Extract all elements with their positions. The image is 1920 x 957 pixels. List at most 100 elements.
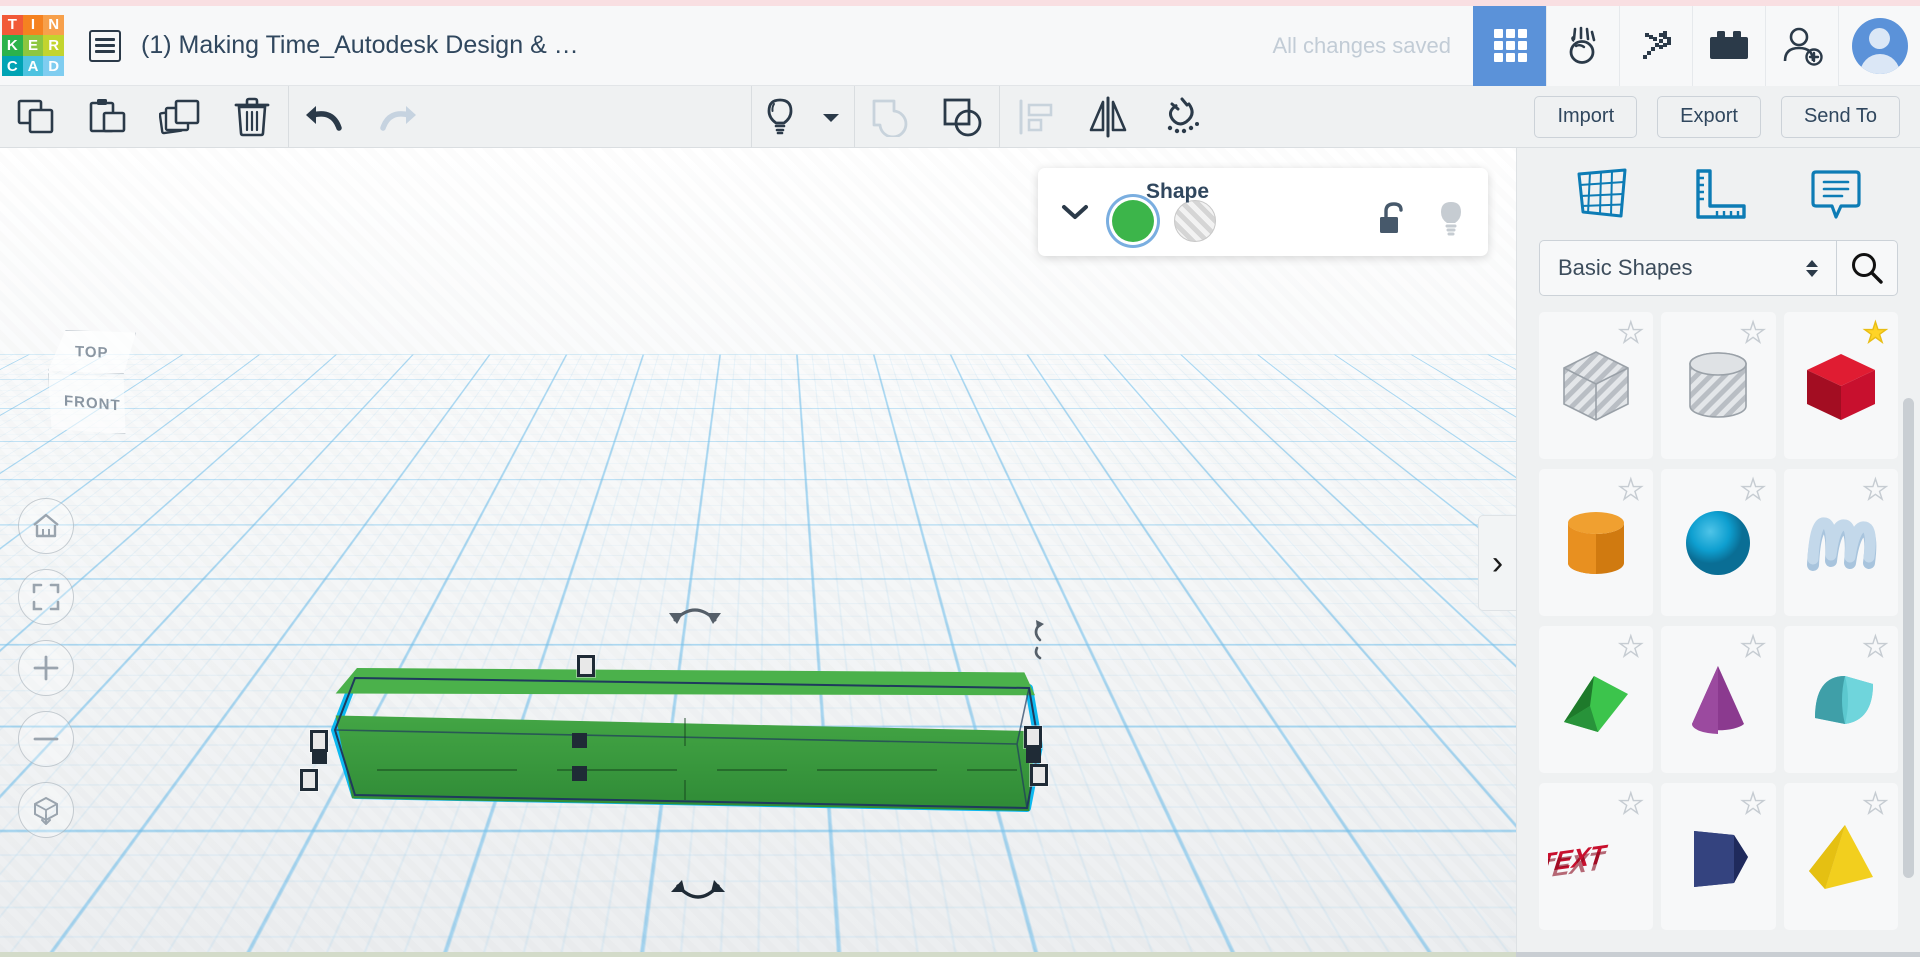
- rotate-arrow-right[interactable]: [1030, 618, 1052, 665]
- spinner-arrows-icon: [1806, 259, 1818, 277]
- logo-tile-i: I: [22, 14, 44, 36]
- page-title: (1) Making Time_Autodesk Design & …: [141, 31, 579, 59]
- shape-cylinder-hole[interactable]: ★: [1661, 312, 1776, 459]
- list-icon[interactable]: [89, 29, 121, 62]
- resize-handle-right[interactable]: [1024, 726, 1042, 748]
- invite-button[interactable]: [1765, 5, 1838, 86]
- zoom-in-button[interactable]: [18, 640, 74, 696]
- shape-round-roof[interactable]: ★: [1783, 626, 1898, 773]
- shape-box[interactable]: ★: [1783, 312, 1898, 459]
- resize-handle-bottom-right[interactable]: [1030, 764, 1048, 786]
- star-outline-icon[interactable]: ★: [1618, 318, 1645, 347]
- mirror-icon: [1089, 96, 1127, 137]
- ungroup-button[interactable]: [927, 86, 999, 148]
- resize-handle-bottom-left[interactable]: [300, 769, 318, 791]
- chevron-down-icon[interactable]: [1060, 197, 1090, 227]
- star-outline-icon[interactable]: ★: [1618, 789, 1645, 818]
- export-button[interactable]: Export: [1657, 95, 1761, 138]
- workplane-button[interactable]: [1570, 166, 1634, 222]
- solid-color-swatch[interactable]: [1112, 200, 1154, 242]
- shape-search-button[interactable]: [1836, 240, 1898, 296]
- shape-cylinder[interactable]: ★: [1539, 469, 1654, 616]
- tinkercad-logo[interactable]: TINKERCAD: [2, 14, 64, 77]
- star-outline-icon[interactable]: ★: [1740, 789, 1767, 818]
- star-outline-icon[interactable]: ★: [1740, 632, 1767, 661]
- lightbulb-button[interactable]: [752, 86, 808, 148]
- green-box-object[interactable]: [300, 655, 1048, 813]
- rotate-arrow-bottom[interactable]: [668, 878, 728, 915]
- redo-button[interactable]: [361, 86, 433, 148]
- object-tool-group: [751, 85, 1216, 148]
- delete-button[interactable]: [216, 86, 288, 148]
- shape-roof[interactable]: ★: [1539, 626, 1654, 773]
- view-cube-top-face[interactable]: TOP: [48, 330, 136, 374]
- file-actions-group: Import Export Send To: [1534, 86, 1920, 148]
- sidebar-scrollbar[interactable]: [1903, 398, 1914, 878]
- cube-arrow-icon: [34, 796, 58, 825]
- hole-swatch[interactable]: [1174, 200, 1216, 242]
- perspective-toggle-button[interactable]: [18, 782, 74, 838]
- minecraft-button[interactable]: [1619, 5, 1692, 86]
- center-handle[interactable]: [572, 733, 587, 748]
- app-header: TINKERCAD (1) Making Time_Autodesk Desig…: [0, 5, 1920, 86]
- logo-tile-d: D: [43, 55, 64, 77]
- star-outline-icon[interactable]: ★: [1862, 475, 1889, 504]
- blocks-button[interactable]: [1692, 5, 1765, 86]
- depth-handle[interactable]: [572, 766, 587, 781]
- user-avatar[interactable]: [1838, 5, 1920, 86]
- resize-handle-top-center[interactable]: [577, 655, 595, 677]
- mirror-button[interactable]: [1072, 86, 1144, 148]
- shape-scribble[interactable]: ★: [1783, 469, 1898, 616]
- view-cube-front-face[interactable]: FRONT: [48, 373, 126, 434]
- fit-view-button[interactable]: [18, 569, 74, 625]
- lightbulb-icon[interactable]: [1436, 200, 1466, 238]
- view-cube[interactable]: TOP FRONT: [38, 330, 156, 438]
- search-icon: [1852, 253, 1883, 284]
- shape-category-select[interactable]: Basic Shapes: [1539, 240, 1836, 296]
- star-outline-icon[interactable]: ★: [1862, 789, 1889, 818]
- star-outline-icon[interactable]: ★: [1740, 475, 1767, 504]
- view-controls: [18, 498, 74, 838]
- star-outline-icon[interactable]: ★: [1862, 632, 1889, 661]
- note-bubble-icon: [1810, 170, 1861, 219]
- snap-magnet-button[interactable]: [1144, 86, 1216, 148]
- star-outline-icon[interactable]: ★: [1618, 475, 1645, 504]
- zoom-out-button[interactable]: [18, 711, 74, 767]
- shape-polygon[interactable]: ★: [1661, 783, 1776, 930]
- panel-collapse-toggle[interactable]: ›: [1478, 515, 1516, 611]
- notes-button[interactable]: [1804, 166, 1868, 222]
- designs-grid-button[interactable]: [1473, 5, 1546, 86]
- import-button[interactable]: Import: [1534, 95, 1638, 138]
- unlock-icon[interactable]: [1376, 201, 1408, 237]
- codeblocks-button[interactable]: [1546, 5, 1619, 86]
- home-icon: [33, 513, 59, 538]
- copy-button[interactable]: [0, 86, 72, 148]
- align-button[interactable]: [1000, 86, 1072, 148]
- undo-button[interactable]: [289, 86, 361, 148]
- home-view-button[interactable]: [18, 498, 74, 554]
- shape-box-hole[interactable]: ★: [1539, 312, 1654, 459]
- group-icon: [872, 99, 908, 137]
- shape-pyramid[interactable]: ★: [1783, 783, 1898, 930]
- star-outline-icon[interactable]: ★: [1740, 318, 1767, 347]
- tinkercad-app: TINKERCAD (1) Making Time_Autodesk Desig…: [0, 0, 1920, 957]
- star-filled-icon[interactable]: ★: [1862, 318, 1889, 347]
- paste-button[interactable]: [72, 86, 144, 148]
- shape-cone[interactable]: ★: [1661, 626, 1776, 773]
- 3d-workplane-canvas[interactable]: TOP FRONT: [0, 148, 1516, 953]
- duplicate-button[interactable]: [144, 86, 216, 148]
- shape-text[interactable]: TEXT TEXT ★: [1539, 783, 1654, 930]
- height-handle-right[interactable]: [1026, 748, 1041, 763]
- lightbulb-dropdown[interactable]: [808, 86, 854, 148]
- box-edges: [333, 676, 1041, 810]
- send-to-button[interactable]: Send To: [1780, 95, 1900, 138]
- star-outline-icon[interactable]: ★: [1618, 632, 1645, 661]
- height-handle-left[interactable]: [312, 749, 327, 764]
- ruler-button[interactable]: [1687, 166, 1751, 222]
- rotate-arrow-top[interactable]: [665, 598, 725, 635]
- logo-tile-c: C: [2, 55, 23, 77]
- duplicate-icon: [159, 99, 200, 134]
- shape-sphere[interactable]: ★: [1661, 469, 1776, 616]
- group-button[interactable]: [855, 86, 927, 148]
- rotate-arc-icon: [1034, 620, 1044, 660]
